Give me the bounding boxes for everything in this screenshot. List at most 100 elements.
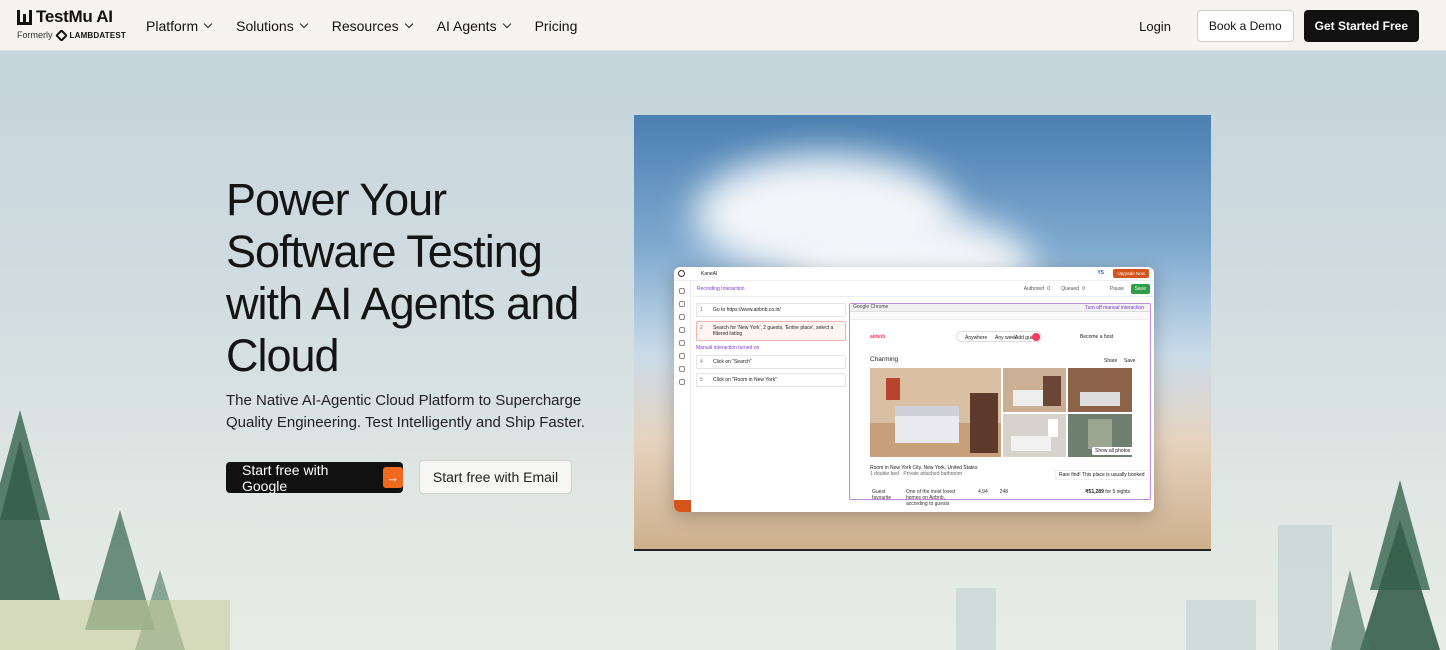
menu-item-label: Platform [146, 17, 199, 34]
product-preview-media[interactable]: KaneAI YS Upgrade Now Recording Interact… [634, 115, 1211, 551]
pill-item: Anywhere [965, 335, 988, 341]
browser-url-bar [850, 312, 1150, 320]
chevron-down-icon [203, 19, 213, 29]
recording-label: Recording Interaction [697, 285, 745, 292]
guest-favourite-badge: Guest favourite [872, 489, 892, 501]
menu-item-label: Pricing [534, 17, 578, 34]
app-sidebar [674, 281, 691, 512]
search-pill: Anywhere Any week Add guests [956, 331, 1042, 342]
layers-icon [679, 327, 685, 333]
price-suffix: for 5 nights [1105, 489, 1130, 495]
menu-item-label: Solutions [236, 17, 294, 34]
arrow-right-icon: → [382, 467, 403, 488]
get-started-button[interactable]: Get Started Free [1303, 10, 1419, 42]
tree-left-decor [0, 410, 230, 650]
start-free-email-button[interactable]: Start free with Email [419, 460, 572, 494]
browser-title: Google Chrome [853, 304, 889, 310]
book-demo-button[interactable]: Book a Demo [1196, 10, 1294, 42]
building-decor [1278, 525, 1332, 650]
become-host-label: Become a host [1080, 334, 1114, 340]
home-icon [679, 288, 685, 294]
authored-label: Authored [1023, 286, 1044, 292]
nav-actions: Login Book a Demo Get Started Free [1139, 10, 1419, 42]
recording-bar: Recording Interaction Authored 0 Queued … [691, 281, 1154, 297]
embedded-browser: Google Chrome Turn off manual interactio… [849, 303, 1151, 507]
step-number: 1 [700, 307, 703, 313]
building-decor [1186, 600, 1256, 650]
authored-count: 0 [1047, 286, 1050, 292]
app-topbar: KaneAI YS Upgrade Now [674, 267, 1154, 281]
airbnb-logo: airbnb [870, 334, 886, 340]
list-icon [679, 353, 685, 359]
main-menu: Platform Solutions Resources AI Agents P… [146, 0, 577, 51]
doc-icon [679, 314, 685, 320]
price-value: ₹51,289 [1085, 489, 1104, 495]
listing-heading: Charming [870, 356, 899, 363]
show-all-photos-button: Show all photos [1092, 447, 1134, 455]
menu-item-resources[interactable]: Resources [331, 17, 413, 34]
queued-label: Queued [1061, 286, 1079, 292]
browser-titlebar: Google Chrome Turn off manual interactio… [850, 304, 1150, 312]
listing-photo-3 [1068, 368, 1132, 412]
button-label: Start free with Google [242, 461, 329, 494]
menu-item-label: Resources [331, 17, 399, 34]
settings-icon [679, 379, 685, 385]
login-link[interactable]: Login [1139, 19, 1171, 34]
testmu-logo-icon [17, 9, 32, 25]
listing-stats: Guest favourite One of the most loved ho… [872, 489, 1008, 507]
share-label: Share [1104, 358, 1118, 364]
menu-item-pricing[interactable]: Pricing [535, 18, 578, 34]
turn-off-manual-label: Turn off manual interaction [1084, 305, 1144, 311]
brand-logo[interactable]: TestMu AI Formerly LAMBDATEST [17, 7, 132, 44]
app-name: KaneAI [701, 270, 718, 277]
upgrade-button: Upgrade Now [1113, 269, 1149, 278]
list-item: 1 Go to https://www.airbnb.co.in/ [696, 303, 846, 317]
rare-find-label: Rare find! This place is usually booked [1055, 470, 1149, 480]
user-avatar: YS [1097, 270, 1104, 276]
pause-label: Pause [1109, 286, 1124, 292]
tree-right-decor [1330, 480, 1440, 650]
save-button: Save [1130, 284, 1150, 294]
list-item: 4 Click on "Search" [696, 355, 846, 369]
former-brand-name: LAMBDATEST [69, 30, 127, 40]
top-navbar: TestMu AI Formerly LAMBDATEST Platform S… [0, 0, 1446, 51]
price-box: ₹51,289 for 5 nights [1085, 489, 1130, 495]
guest-favourite-desc: One of the most loved homes on Airbnb, a… [906, 489, 955, 507]
list-item: 2 Search for 'New York', 2 guests, 'Enti… [696, 321, 846, 341]
chevron-down-icon [404, 19, 413, 29]
listing-info: Room in New York City, New York, United … [870, 465, 977, 477]
step-number: 5 [700, 377, 703, 383]
formerly-label: Formerly [17, 30, 53, 40]
listing-photo-2 [1003, 368, 1066, 412]
start-free-google-button[interactable]: Start free with Google → [226, 461, 403, 494]
step-number: 2 [700, 325, 703, 331]
search-icon [1032, 333, 1040, 341]
grid-icon [679, 340, 685, 346]
test-steps-list: 1 Go to https://www.airbnb.co.in/ 2 Sear… [696, 303, 846, 391]
hero-subtitle: The Native AI-Agentic Cloud Platform to … [226, 392, 586, 431]
lambdatest-logo-icon [54, 28, 68, 42]
kaneai-app-window: KaneAI YS Upgrade Now Recording Interact… [674, 267, 1154, 512]
listing-photo-main [870, 368, 1001, 457]
save-label: Save [1124, 358, 1136, 364]
hero-title: Power Your Software Testing with AI Agen… [226, 174, 579, 381]
step-text: Click on "Search" [713, 359, 752, 365]
pill-item: Any week [995, 335, 1017, 341]
menu-item-platform[interactable]: Platform [146, 17, 213, 34]
step-text: Search for 'New York', 2 guests, 'Entire… [713, 325, 834, 337]
menu-item-label: AI Agents [436, 17, 497, 34]
rating-value: 4.94 [978, 489, 988, 495]
kaneai-logo-icon [678, 270, 685, 277]
shield-icon [679, 366, 685, 372]
rocket-icon [679, 301, 685, 307]
menu-item-solutions[interactable]: Solutions [236, 17, 308, 34]
building-decor [956, 588, 996, 650]
brand-name: TestMu AI [36, 7, 113, 26]
step-text: Click on "Room in New York" [713, 377, 777, 383]
listing-subtitle: 1 double bed · Private attached bathroom [870, 471, 963, 477]
menu-item-ai-agents[interactable]: AI Agents [436, 17, 511, 34]
step-number: 4 [700, 359, 703, 365]
chevron-down-icon [502, 19, 511, 29]
manual-interaction-label: Manual interaction turned on [696, 345, 760, 351]
list-item: 5 Click on "Room in New York" [696, 373, 846, 387]
